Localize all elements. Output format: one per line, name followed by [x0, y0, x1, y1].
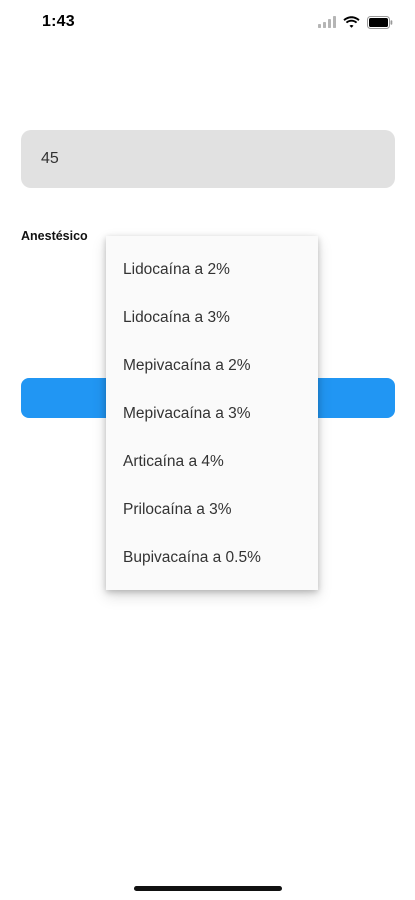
- cellular-signal-icon: [318, 16, 336, 28]
- menu-item-prilocaine-3[interactable]: Prilocaína a 3%: [106, 486, 318, 534]
- status-bar: 1:43: [0, 0, 415, 46]
- anesthetic-dropdown-menu: Lidocaína a 2% Lidocaína a 3% Mepivacaín…: [106, 236, 318, 590]
- wifi-icon: [343, 16, 360, 28]
- battery-icon: [367, 15, 393, 29]
- status-time: 1:43: [42, 13, 75, 30]
- menu-item-mepivacaine-2[interactable]: Mepivacaína a 2%: [106, 342, 318, 390]
- home-indicator[interactable]: [134, 886, 282, 891]
- app-screen: 1:43 45 Anestésico Lidocaína a 2% Lidoca…: [0, 0, 415, 900]
- dose-input-field[interactable]: 45: [21, 130, 395, 188]
- menu-item-articaine-4[interactable]: Articaína a 4%: [106, 438, 318, 486]
- menu-item-bupivacaine-05[interactable]: Bupivacaína a 0.5%: [106, 534, 318, 582]
- dose-input-value: 45: [41, 150, 59, 167]
- menu-item-lidocaine-3[interactable]: Lidocaína a 3%: [106, 294, 318, 342]
- anesthetic-label: Anestésico: [21, 229, 88, 243]
- menu-item-lidocaine-2[interactable]: Lidocaína a 2%: [106, 246, 318, 294]
- menu-item-mepivacaine-3[interactable]: Mepivacaína a 3%: [106, 390, 318, 438]
- status-icons: [318, 14, 393, 30]
